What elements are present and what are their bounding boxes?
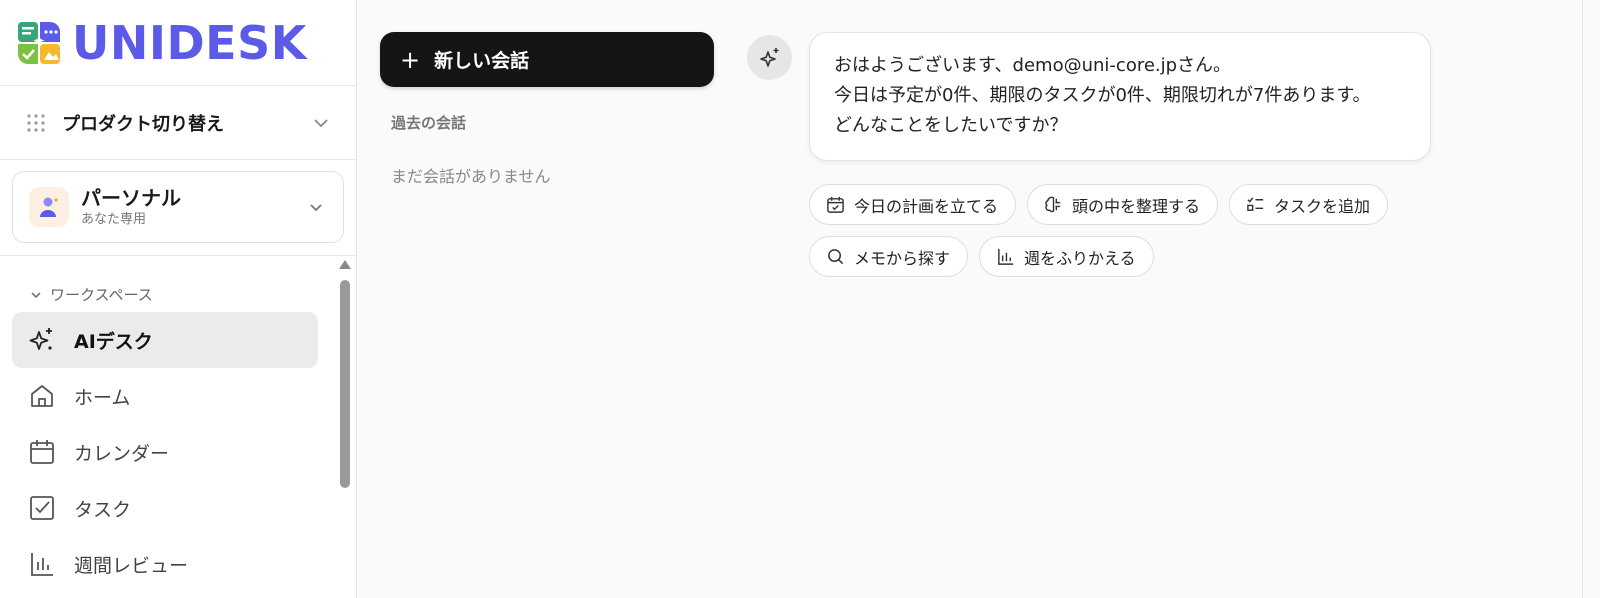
calendar-icon [30,440,54,464]
personal-avatar [29,187,69,227]
product-switcher[interactable]: プロダクト切り替え [0,86,356,160]
list-check-icon [1247,197,1264,211]
sidebar-item-label: タスク [74,498,132,521]
bar-chart-icon [31,553,53,576]
chevron-down-icon [314,118,328,127]
unidesk-logo-icon [18,21,60,64]
grid-dots-icon [27,113,45,132]
sidebar-item-home[interactable]: ホーム [12,368,318,424]
right-panel-border [1582,0,1583,598]
logo-row: UNIDESK [0,0,356,86]
sidebar: UNIDESK プロダクト切り替え パーソナル あなた専用 ワークスペース AI… [0,0,357,598]
empty-conversations-text: まだ会話がありません [391,167,551,186]
greeting-line: 今日は予定が0件、期限のタスクが0件、期限切れが7件あります。 [834,85,1371,106]
chevron-down-icon [31,291,41,298]
sidebar-nav: AIデスク ホーム カレンダー タスク 週間レビュー [12,312,318,592]
search-icon [828,249,844,265]
suggestion-search-notes[interactable]: メモから探す [809,236,969,277]
suggestion-label: メモから探す [854,248,951,268]
checkbox-icon [30,496,54,520]
personal-section: パーソナル あなた専用 [0,160,356,256]
greeting-line: どんなことをしたいですか？ [834,115,1068,136]
assistant-message: おはようございます、demo@uni-core.jpさん。 今日は予定が0件、期… [809,32,1431,161]
greeting-line: おはようございます、demo@uni-core.jpさん。 [834,55,1232,76]
personal-workspace-selector[interactable]: パーソナル あなた専用 [12,171,344,243]
sidebar-scrollbar[interactable] [338,260,352,598]
sidebar-item-label: カレンダー [74,442,170,465]
personal-subtitle: あなた専用 [81,212,147,227]
calendar-check-icon [827,196,844,213]
sparkles-icon [29,328,52,350]
workspace-header[interactable]: ワークスペース [30,284,153,305]
suggestion-label: 週をふりかえる [1024,248,1136,268]
suggestion-label: 頭の中を整理する [1072,196,1201,216]
user-icon [40,197,58,217]
past-conversations-header: 過去の会話 [391,114,467,132]
scroll-up-arrow-icon[interactable] [339,260,351,269]
workspace-header-label: ワークスペース [50,286,153,304]
sidebar-item-label: ホーム [74,386,131,409]
new-conversation-button[interactable]: + 新しい会話 [380,32,714,87]
brain-icon [1045,196,1061,213]
home-icon [31,385,53,407]
new-conversation-label: 新しい会話 [434,50,530,72]
sidebar-item-calendar[interactable]: カレンダー [12,424,318,480]
scrollbar-thumb[interactable] [340,280,350,488]
suggestion-label: 今日の計画を立てる [854,196,999,216]
bar-chart-icon [998,248,1014,265]
suggestion-label: タスクを追加 [1274,196,1371,216]
conversation-list-panel: + 新しい会話 過去の会話 まだ会話がありません [357,0,727,598]
chevron-down-icon [310,204,322,212]
chat-area: おはようございます、demo@uni-core.jpさん。 今日は予定が0件、期… [727,0,1582,598]
sidebar-item-label: AIデスク [74,330,153,353]
suggestion-review-week[interactable]: 週をふりかえる [979,236,1154,277]
suggestion-organize-thoughts[interactable]: 頭の中を整理する [1027,184,1219,225]
assistant-avatar [747,35,792,80]
product-switch-label: プロダクト切り替え [62,113,224,135]
personal-name: パーソナル [81,186,181,210]
suggestion-plan-today[interactable]: 今日の計画を立てる [809,184,1017,225]
brand-name: UNIDESK [72,15,307,70]
sidebar-item-tasks[interactable]: タスク [12,480,318,536]
sidebar-item-weekly-review[interactable]: 週間レビュー [12,536,318,592]
sidebar-item-ai-desk[interactable]: AIデスク [12,312,318,368]
sidebar-item-label: 週間レビュー [74,554,189,577]
plus-icon: + [400,45,421,74]
sparkles-icon [759,47,778,67]
suggestion-chips: 今日の計画を立てる 頭の中を整理する タスクを追加 メモから探す 週をふりかえる [809,184,1449,288]
suggestion-add-task[interactable]: タスクを追加 [1229,184,1389,225]
